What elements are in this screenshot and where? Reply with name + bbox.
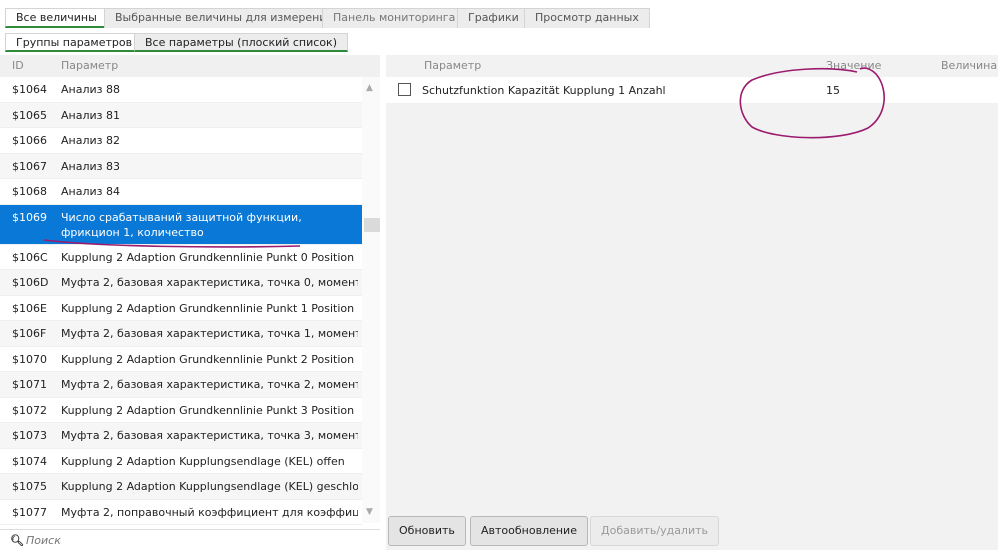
column-header-unit[interactable]: Величина [941,59,997,72]
table-row[interactable]: $1074 Kupplung 2 Adaption Kupplungsendlag… [0,449,362,474]
table-row[interactable]: $1067 Анализ 83 [0,153,362,179]
row-id: $1075 [12,480,47,493]
search-input[interactable] [26,532,366,549]
main-tab-bar: Все величины Выбранные величины для изме… [0,0,998,30]
table-row[interactable]: $1066 Анализ 82 [0,128,362,154]
row-id: $1068 [12,185,47,198]
table-row[interactable]: $106F Муфта 2, базовая характеристика, то… [0,321,362,347]
row-id: $106D [12,276,49,289]
row-param: Kupplung 2 Adaption Kupplungsendlage (KE… [61,454,345,468]
row-param: Муфта 2, базовая характеристика, точка 2… [61,378,358,391]
row-id: $1074 [12,454,47,468]
search-bar: 🔍︎ [0,529,380,550]
row-value: 15 [826,84,840,97]
row-param: Schutzfunktion Kapazität Kupplung 1 Anza… [422,84,666,97]
checkbox-icon[interactable] [398,83,411,96]
table-row[interactable]: $1072 Kupplung 2 Adaption Grundkennlinie … [0,398,362,423]
add-remove-button[interactable]: Добавить/удалить [590,516,720,546]
table-row-selected[interactable]: $1069 Число срабатываний защитной функции… [0,204,362,245]
tab-monitoring-panel[interactable]: Панель мониторинга [322,8,467,28]
list-scrollbar[interactable]: ▲ ▼ [362,77,380,523]
parameter-list-pane: ID Параметр $1064 Анализ 88 $1065 Анализ 8… [0,55,380,550]
row-id: $1066 [12,134,47,147]
table-row[interactable]: $1070 Kupplung 2 Adaption Grundkennlinie … [0,347,362,372]
tab-all-values[interactable]: Все величины [5,8,108,28]
table-row[interactable]: $1068 Анализ 84 [0,179,362,205]
selected-table-header: Параметр Значение Величина [386,55,998,77]
column-header-id[interactable]: ID [12,59,24,72]
row-param: Kupplung 2 Adaption Grundkennlinie Punkt… [61,403,355,417]
row-param: Kupplung 2 Adaption Grundkennlinie Punkt… [61,352,355,366]
chevron-up-icon[interactable]: ▲ [366,83,373,93]
row-param: Kupplung 2 Adaption Grundkennlinie Punkt… [61,250,355,264]
row-param: Анализ 82 [61,134,120,147]
row-id: $1065 [12,108,47,122]
row-param: Анализ 83 [61,159,120,173]
row-id: $106F [12,327,47,340]
search-icon: 🔍︎ [10,534,24,547]
tab-charts[interactable]: Графики [457,8,530,28]
column-header-parameter[interactable]: Параметр [424,59,481,72]
row-param: Анализ 84 [61,185,120,198]
column-header-value[interactable]: Значение [826,59,881,72]
row-id: $1070 [12,352,47,366]
row-id: $1064 [12,83,47,96]
table-row[interactable]: $106C Kupplung 2 Adaption Grundkennlinie … [0,245,362,270]
table-row[interactable]: $1065 Анализ 81 [0,102,362,128]
table-row[interactable]: $106E Kupplung 2 Adaption Grundkennlinie … [0,296,362,321]
table-row[interactable]: $1064 Анализ 88 [0,77,362,103]
row-param: Анализ 81 [61,108,120,122]
table-row[interactable]: $1077 Муфта 2, поправочный коэффициент дл… [0,500,362,525]
row-param: Число срабатываний защитной функции, фри… [61,210,302,239]
tab-selected-values[interactable]: Выбранные величины для измерения [104,8,345,28]
chevron-down-icon[interactable]: ▼ [366,507,373,517]
table-row[interactable]: Schutzfunktion Kapazität Kupplung 1 Anza… [386,77,998,103]
row-id: $1071 [12,378,47,391]
row-id: $1067 [12,159,47,173]
selected-values-pane: Параметр Значение Величина Schutzfunktio… [386,55,998,550]
subtab-flat-list[interactable]: Все параметры (плоский список) [134,33,348,52]
action-bar: Обновить Автообновление Добавить/удалить [386,511,998,550]
sub-tab-bar: Группы параметров Все параметры (плоский… [0,33,380,53]
row-param: Kupplung 2 Adaption Kupplungsendlage (KE… [61,480,358,493]
tab-data-view[interactable]: Просмотр данных [524,8,650,28]
list-header: ID Параметр [0,55,380,77]
row-id: $1073 [12,429,47,442]
row-param: Kupplung 2 Adaption Grundkennlinie Punkt… [61,301,355,315]
column-header-parameter[interactable]: Параметр [61,59,118,72]
table-row[interactable]: $1073 Муфта 2, базовая характеристика, то… [0,423,362,449]
row-id: $106E [12,301,47,315]
table-row[interactable]: $106D Муфта 2, базовая характеристика, то… [0,270,362,296]
row-param: Муфта 2, базовая характеристика, точка 1… [61,327,358,340]
parameter-list: $1064 Анализ 88 $1065 Анализ 81 $1066 Анали… [0,77,362,525]
row-param: Анализ 88 [61,83,120,96]
row-id: $106C [12,250,48,264]
table-row[interactable]: $1071 Муфта 2, базовая характеристика, то… [0,372,362,398]
auto-refresh-button[interactable]: Автообновление [470,516,588,546]
row-id: $1077 [12,505,47,519]
row-id: $1072 [12,403,47,417]
row-param: Муфта 2, поправочный коэффициент для коэ… [61,505,358,519]
scrollbar-thumb[interactable] [364,218,380,232]
table-row[interactable]: $1075 Kupplung 2 Adaption Kupplungsendlag… [0,474,362,500]
row-param: Муфта 2, базовая характеристика, точка 0… [61,276,358,289]
refresh-button[interactable]: Обновить [388,516,466,546]
row-id: $1069 [12,210,47,224]
subtab-parameter-groups[interactable]: Группы параметров [5,33,144,52]
row-param: Муфта 2, базовая характеристика, точка 3… [61,429,358,442]
